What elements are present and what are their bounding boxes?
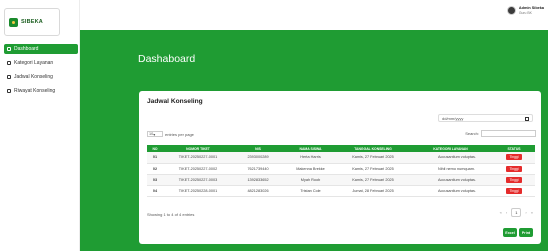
- table-row[interactable]: 01 TIKET-20250227-0001 2393000289 Herta …: [147, 152, 535, 164]
- status-badge: Tinggi: [506, 154, 522, 161]
- cell-tiket: TIKET-20250228-0001: [163, 185, 233, 197]
- cell-nama: Herta Harris: [283, 152, 338, 164]
- cell-nama: Myah Roob: [283, 174, 338, 186]
- col-tanggal-konseling[interactable]: TANGGAL KONSELING: [338, 145, 408, 152]
- cell-tanggal: Kamis, 27 Februari 2025: [338, 174, 408, 186]
- sidebar-item-riwayat-konseling[interactable]: Riwayat Konseling: [4, 86, 78, 96]
- cell-kategori: Accusantium voluptas.: [408, 185, 493, 197]
- col-nama-siswa[interactable]: NAMA SISWA: [283, 145, 338, 152]
- status-badge: Tinggi: [506, 187, 522, 194]
- cell-tiket: TIKET-20250227-0003: [163, 174, 233, 186]
- calendar-icon[interactable]: [525, 116, 529, 121]
- cell-no: 01: [147, 152, 163, 164]
- cell-nama: Makenna Brekke: [283, 163, 338, 175]
- cell-status: Tinggi: [493, 174, 535, 186]
- chevron-down-icon: ▾: [153, 132, 156, 137]
- table-info: Showing 1 to 4 of 4 entries: [147, 212, 195, 217]
- cell-status: Tinggi: [493, 185, 535, 197]
- cell-no: 03: [147, 174, 163, 186]
- cell-tanggal: Jumat, 28 Februari 2025: [338, 185, 408, 197]
- pagination: « ‹ 1 › »: [496, 208, 533, 217]
- col-status[interactable]: STATUS: [493, 145, 535, 152]
- status-badge: Tinggi: [506, 176, 522, 183]
- cell-tanggal: Kamis, 27 Februari 2025: [338, 163, 408, 175]
- col-nomor-tiket[interactable]: NOMOR TIKET: [163, 145, 233, 152]
- date-filter-input[interactable]: dd/mm/yyyy: [438, 114, 533, 122]
- cell-kategori: Accusantium voluptas.: [408, 174, 493, 186]
- cell-nama: Tristan Cole: [283, 185, 338, 197]
- first-page-button[interactable]: «: [500, 210, 502, 215]
- excel-button[interactable]: Excel: [503, 228, 517, 237]
- table-row[interactable]: 04 TIKET-20250228-0001 4821283026 Trista…: [147, 185, 535, 197]
- top-bar: [0, 0, 548, 32]
- cell-nis: 4821283026: [233, 185, 283, 197]
- cell-nis: 2393000289: [233, 152, 283, 164]
- cell-tiket: TIKET-20250227-0002: [163, 163, 233, 175]
- entries-per-page: 10 ▾ entries per page: [147, 131, 194, 137]
- sidebar: SIBEKA Dashboard Kategori Layanan Jadwal…: [0, 0, 80, 251]
- cell-nis: 1392833652: [233, 174, 283, 186]
- logo-text: SIBEKA: [21, 19, 43, 25]
- cell-kategori: Accusantium voluptas.: [408, 152, 493, 164]
- prev-page-button[interactable]: ‹: [506, 210, 507, 215]
- table-row[interactable]: 02 TIKET-20250227-0002 7621739440 Makenn…: [147, 163, 535, 175]
- schedule-card: Jadwal Konseling dd/mm/yyyy 10 ▾ entries…: [139, 91, 541, 244]
- user-name: Admin Sibeka: [518, 6, 544, 11]
- cell-no: 02: [147, 163, 163, 175]
- sidebar-nav: Dashboard Kategori Layanan Jadwal Konsel…: [4, 44, 78, 100]
- status-badge: Tinggi: [506, 165, 522, 172]
- logo-emblem-icon: [9, 17, 18, 27]
- sidebar-item-label: Dashboard: [14, 46, 39, 52]
- tag-icon: [7, 61, 11, 65]
- user-menu[interactable]: Admin Sibeka Guru BK: [506, 6, 544, 15]
- card-title: Jadwal Konseling: [147, 98, 203, 105]
- user-role: Guru BK: [518, 10, 532, 15]
- sidebar-item-dashboard[interactable]: Dashboard: [4, 44, 78, 54]
- print-button[interactable]: Print: [519, 228, 533, 237]
- page-1-button[interactable]: 1: [511, 208, 522, 217]
- date-placeholder: dd/mm/yyyy: [442, 115, 464, 121]
- sidebar-item-label: Riwayat Konseling: [14, 88, 56, 94]
- sidebar-item-kategori-layanan[interactable]: Kategori Layanan: [4, 58, 78, 68]
- app-logo[interactable]: SIBEKA: [4, 8, 60, 36]
- table-row[interactable]: 03 TIKET-20250227-0003 1392833652 Myah R…: [147, 174, 535, 186]
- search-label: Search:: [465, 131, 479, 136]
- cell-status: Tinggi: [493, 163, 535, 175]
- search-area: Search:: [465, 130, 536, 137]
- cell-tanggal: Kamis, 27 Februari 2025: [338, 152, 408, 164]
- next-page-button[interactable]: ›: [525, 210, 526, 215]
- entries-label: entries per page: [165, 131, 194, 137]
- sidebar-item-label: Jadwal Konseling: [14, 74, 53, 80]
- cell-no: 04: [147, 185, 163, 197]
- cell-kategori: Nihil nemo numquam.: [408, 163, 493, 175]
- search-input[interactable]: [481, 130, 536, 137]
- avatar: [506, 6, 516, 15]
- table-header-row: NO NOMOR TIKET NIS NAMA SISWA TANGGAL KO…: [147, 145, 535, 152]
- cell-tiket: TIKET-20250227-0001: [163, 152, 233, 164]
- cell-nis: 7621739440: [233, 163, 283, 175]
- grid-icon: [7, 47, 11, 51]
- last-page-button[interactable]: »: [531, 210, 533, 215]
- cell-status: Tinggi: [493, 152, 535, 164]
- col-kategori-layanan[interactable]: KATEGORI LAYANAN: [408, 145, 493, 152]
- col-no[interactable]: NO: [147, 145, 163, 152]
- history-icon: [7, 89, 11, 93]
- sidebar-item-jadwal-konseling[interactable]: Jadwal Konseling: [4, 72, 78, 82]
- col-nis[interactable]: NIS: [233, 145, 283, 152]
- sidebar-item-label: Kategori Layanan: [14, 60, 54, 66]
- schedule-table: NO NOMOR TIKET NIS NAMA SISWA TANGGAL KO…: [147, 145, 535, 197]
- page-title: Dashaboard: [138, 53, 196, 65]
- entries-select[interactable]: 10 ▾: [147, 131, 163, 137]
- calendar-icon: [7, 75, 11, 79]
